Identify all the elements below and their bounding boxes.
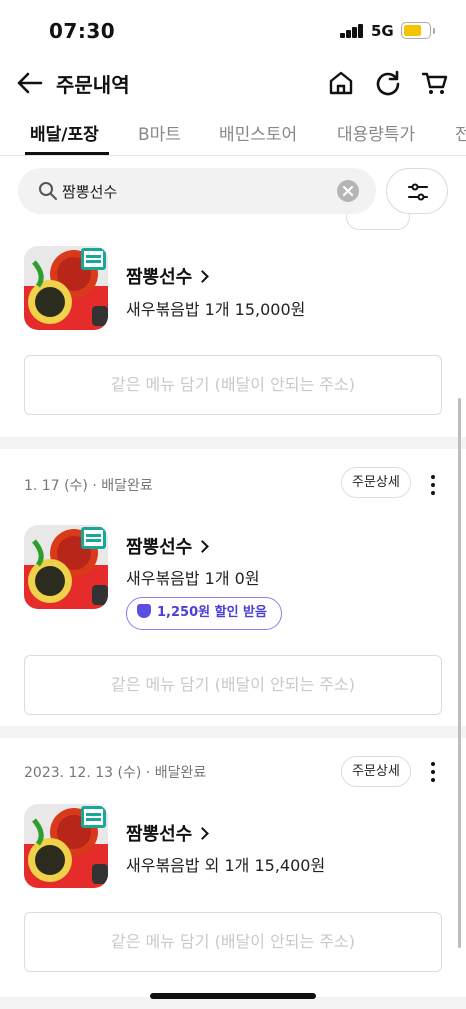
app-header: 주문내역 xyxy=(0,60,466,106)
category-tabs: 배달/포장 B마트 배민스토어 대용량특가 전 xyxy=(0,110,466,156)
more-options-icon[interactable] xyxy=(426,473,440,497)
order-status: 배달완료 xyxy=(101,478,153,494)
store-name: 짬뽕선수 xyxy=(126,824,193,845)
store-thumbnail[interactable] xyxy=(24,246,108,330)
battery-tip xyxy=(433,28,435,34)
battery-icon xyxy=(401,22,431,39)
section-divider xyxy=(0,437,466,449)
store-name: 짬뽕선수 xyxy=(126,537,193,558)
detail-button-partial xyxy=(346,214,410,230)
cart-icon[interactable] xyxy=(421,69,449,97)
tab-baemin-store[interactable]: 배민스토어 xyxy=(219,120,297,145)
network-label: 5G xyxy=(371,22,394,40)
tab-active-indicator xyxy=(25,152,109,155)
reorder-button[interactable]: 같은 메뉴 담기 (배달이 안되는 주소) xyxy=(24,655,442,715)
clear-icon[interactable] xyxy=(337,180,359,202)
home-indicator[interactable] xyxy=(150,993,316,999)
tab-delivery[interactable]: 배달/포장 xyxy=(30,120,99,145)
order-items: 새우볶음밥 1개 0원 xyxy=(126,569,260,588)
store-thumbnail[interactable] xyxy=(24,804,108,888)
more-options-icon[interactable] xyxy=(426,760,440,784)
chevron-right-icon xyxy=(196,540,210,553)
filter-icon xyxy=(408,183,428,201)
tab-bmart[interactable]: B마트 xyxy=(138,120,181,145)
order-items: 새우볶음밥 1개 15,000원 xyxy=(126,300,306,319)
tab-bulk-deals[interactable]: 대용량특가 xyxy=(337,120,415,145)
back-icon[interactable] xyxy=(16,70,44,96)
order-list: 짬뽕선수 새우볶음밥 1개 15,000원 같은 메뉴 담기 (배달이 안되는 … xyxy=(0,214,466,1009)
status-time: 07:30 xyxy=(49,19,116,43)
chevron-right-icon xyxy=(196,270,210,283)
tab-more[interactable]: 전 xyxy=(455,120,466,145)
order-date-status: 2023. 12. 13 (수) · 배달완료 xyxy=(24,765,207,781)
refresh-icon[interactable] xyxy=(374,69,402,97)
search-input[interactable]: 짬뽕선수 xyxy=(62,181,117,202)
order-date: 1. 17 (수) xyxy=(24,478,88,494)
search-bar[interactable]: 짬뽕선수 xyxy=(18,168,376,214)
reorder-button[interactable]: 같은 메뉴 담기 (배달이 안되는 주소) xyxy=(24,912,442,972)
store-name: 짬뽕선수 xyxy=(126,267,193,288)
order-detail-button[interactable]: 주문상세 xyxy=(341,756,411,787)
discount-text: 1,250원 할인 받음 xyxy=(157,605,267,620)
coupon-icon xyxy=(137,604,151,618)
order-items: 새우볶음밥 외 1개 15,400원 xyxy=(126,856,326,875)
home-icon[interactable] xyxy=(327,69,355,97)
order-date: 2023. 12. 13 (수) xyxy=(24,765,142,781)
order-date-status: 1. 17 (수) · 배달완료 xyxy=(24,478,153,494)
store-name-link[interactable]: 짬뽕선수 xyxy=(126,533,210,559)
store-thumbnail[interactable] xyxy=(24,525,108,609)
section-divider xyxy=(0,726,466,738)
filter-button[interactable] xyxy=(386,168,448,214)
order-status: 배달완료 xyxy=(154,765,207,781)
chevron-right-icon xyxy=(196,827,210,840)
order-detail-button[interactable]: 주문상세 xyxy=(341,467,411,498)
page-title: 주문내역 xyxy=(56,73,130,97)
store-name-link[interactable]: 짬뽕선수 xyxy=(126,820,210,846)
search-icon xyxy=(39,182,57,200)
signal-icon xyxy=(340,24,366,38)
scrollbar[interactable] xyxy=(458,398,461,948)
reorder-button[interactable]: 같은 메뉴 담기 (배달이 안되는 주소) xyxy=(24,355,442,415)
store-name-link[interactable]: 짬뽕선수 xyxy=(126,263,210,289)
discount-badge: 1,250원 할인 받음 xyxy=(126,597,282,630)
status-bar: 07:30 5G xyxy=(0,0,466,60)
